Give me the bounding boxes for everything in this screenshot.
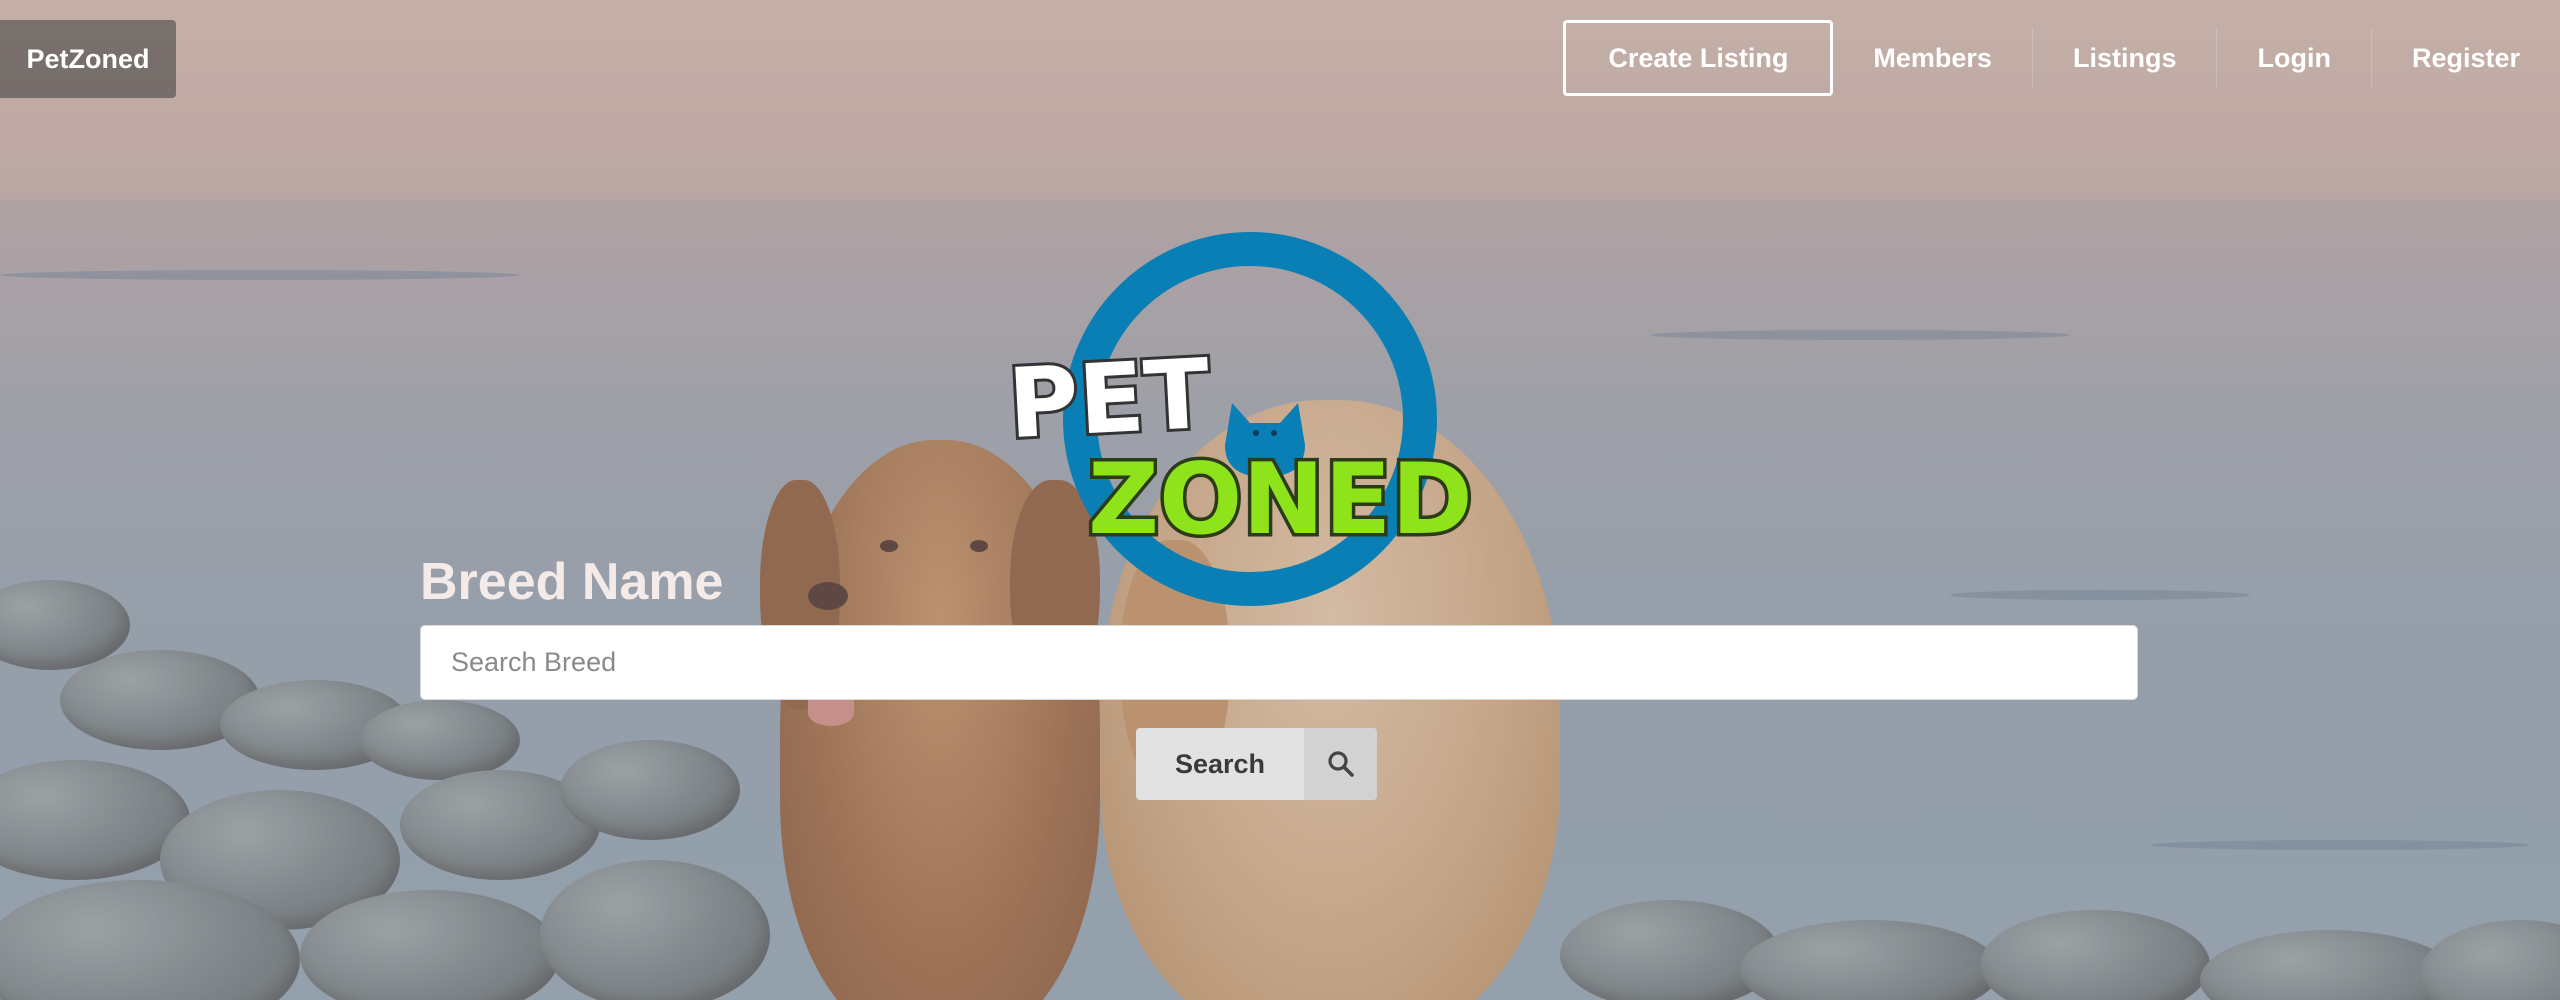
petzoned-logo: PET ZONED xyxy=(1002,232,1476,606)
breed-name-label: Breed Name xyxy=(420,553,724,611)
search-button[interactable]: Search xyxy=(1136,728,1377,800)
brand-logo[interactable]: PetZoned xyxy=(0,20,176,98)
breed-search-input[interactable] xyxy=(420,625,2138,700)
create-listing-button[interactable]: Create Listing xyxy=(1563,20,1834,96)
nav-item-listings[interactable]: Listings xyxy=(2033,20,2217,96)
nav-item-register[interactable]: Register xyxy=(2372,20,2560,96)
nav-item-members[interactable]: Members xyxy=(1833,20,2032,96)
search-icon xyxy=(1304,728,1377,800)
logo-text-zoned: ZONED xyxy=(1088,443,1473,557)
nav-item-login[interactable]: Login xyxy=(2217,20,2370,96)
brand-name: PetZoned xyxy=(26,43,150,74)
top-nav: Create Listing Members Listings Login Re… xyxy=(1563,20,2560,96)
search-button-label: Search xyxy=(1174,748,1266,779)
logo-text-pet: PET xyxy=(1005,338,1212,460)
